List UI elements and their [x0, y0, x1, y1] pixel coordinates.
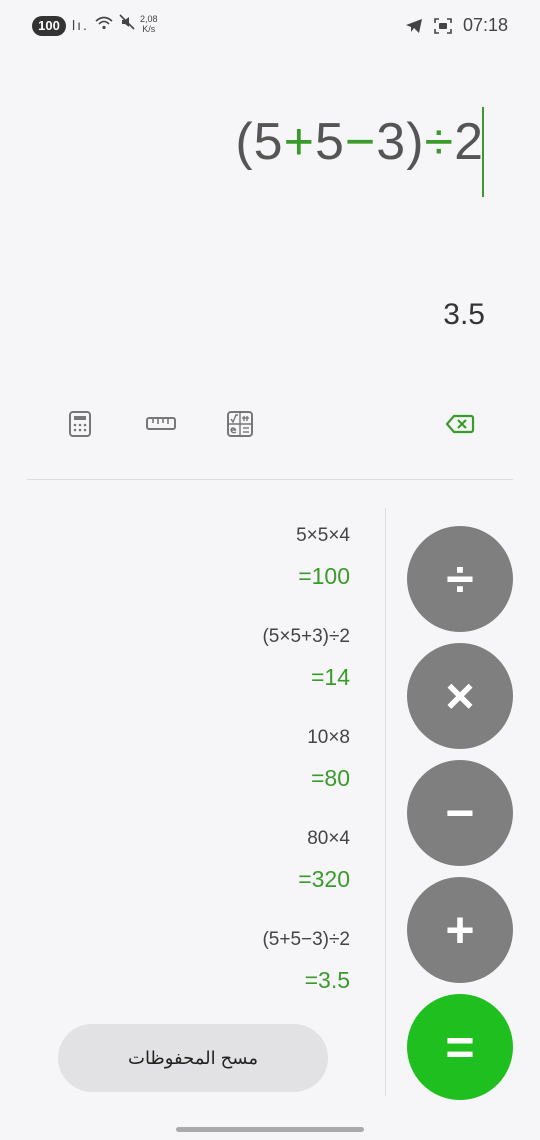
- history-expression: 10×8: [307, 727, 350, 748]
- history-result: =100: [298, 563, 350, 589]
- history-item[interactable]: (5×5+3)÷2 =14: [262, 621, 350, 722]
- expression-operator: ÷: [424, 113, 455, 171]
- expression-part: 2: [454, 113, 484, 171]
- expression-operator: +: [283, 113, 315, 171]
- equals-button[interactable]: =: [407, 994, 513, 1100]
- history-result: =3.5: [304, 967, 350, 993]
- minus-button[interactable]: −: [407, 760, 513, 866]
- expression-display[interactable]: (5+5−3)÷2: [235, 112, 484, 172]
- history-item[interactable]: 5×5×4 =100: [262, 520, 350, 621]
- multiply-button[interactable]: ×: [407, 643, 513, 749]
- signal-icon: lı.: [72, 17, 89, 33]
- history-expression: 5×5×4: [296, 525, 350, 546]
- history-list: 5×5×4 =100 (5×5+3)÷2 =14 10×8 =80 80×4 =…: [262, 520, 350, 1025]
- expression-part: (5: [235, 113, 284, 171]
- history-result: =80: [310, 765, 350, 791]
- vertical-divider: [385, 508, 386, 1096]
- status-bar: 100 lı. 2,08 K/s 07:18: [0, 0, 540, 52]
- telegram-icon: [405, 15, 429, 35]
- history-result: =320: [298, 866, 350, 892]
- history-expression: 80×4: [307, 828, 350, 849]
- history-item[interactable]: 10×8 =80: [262, 722, 350, 823]
- clock-time: 07:18: [462, 15, 508, 35]
- divide-button[interactable]: ÷: [407, 526, 513, 632]
- battery-indicator: 100: [32, 16, 66, 36]
- expression-operator: −: [344, 113, 377, 171]
- history-result: =14: [310, 664, 350, 690]
- net-speed-value: 2,08: [140, 14, 158, 24]
- signal-icons: lı.: [72, 14, 135, 33]
- plus-button[interactable]: +: [407, 877, 513, 983]
- clear-history-button[interactable]: مسح المحفوظات: [58, 1024, 328, 1092]
- backspace-icon[interactable]: [445, 410, 475, 438]
- scientific-mode-icon[interactable]: [226, 410, 254, 438]
- net-speed-unit: K/s: [142, 24, 156, 34]
- wifi-icon: [95, 16, 119, 33]
- history-expression: (5+5−3)÷2: [262, 929, 350, 950]
- result-preview: 3.5: [443, 298, 485, 331]
- home-indicator[interactable]: [176, 1127, 364, 1132]
- horizontal-divider: [27, 479, 513, 480]
- text-cursor: [482, 107, 484, 197]
- status-right: 07:18: [405, 15, 508, 36]
- expression-part: 5: [314, 113, 345, 171]
- screenshot-icon: [434, 15, 458, 35]
- ruler-icon[interactable]: [145, 410, 177, 438]
- mute-icon: [119, 14, 135, 33]
- history-item[interactable]: 80×4 =320: [262, 823, 350, 924]
- network-speed: 2,08 K/s: [140, 14, 158, 34]
- calculator-mode-icon[interactable]: [66, 410, 94, 438]
- history-expression: (5×5+3)÷2: [262, 626, 350, 647]
- history-item[interactable]: (5+5−3)÷2 =3.5: [262, 924, 350, 1025]
- expression-part: 3): [376, 113, 425, 171]
